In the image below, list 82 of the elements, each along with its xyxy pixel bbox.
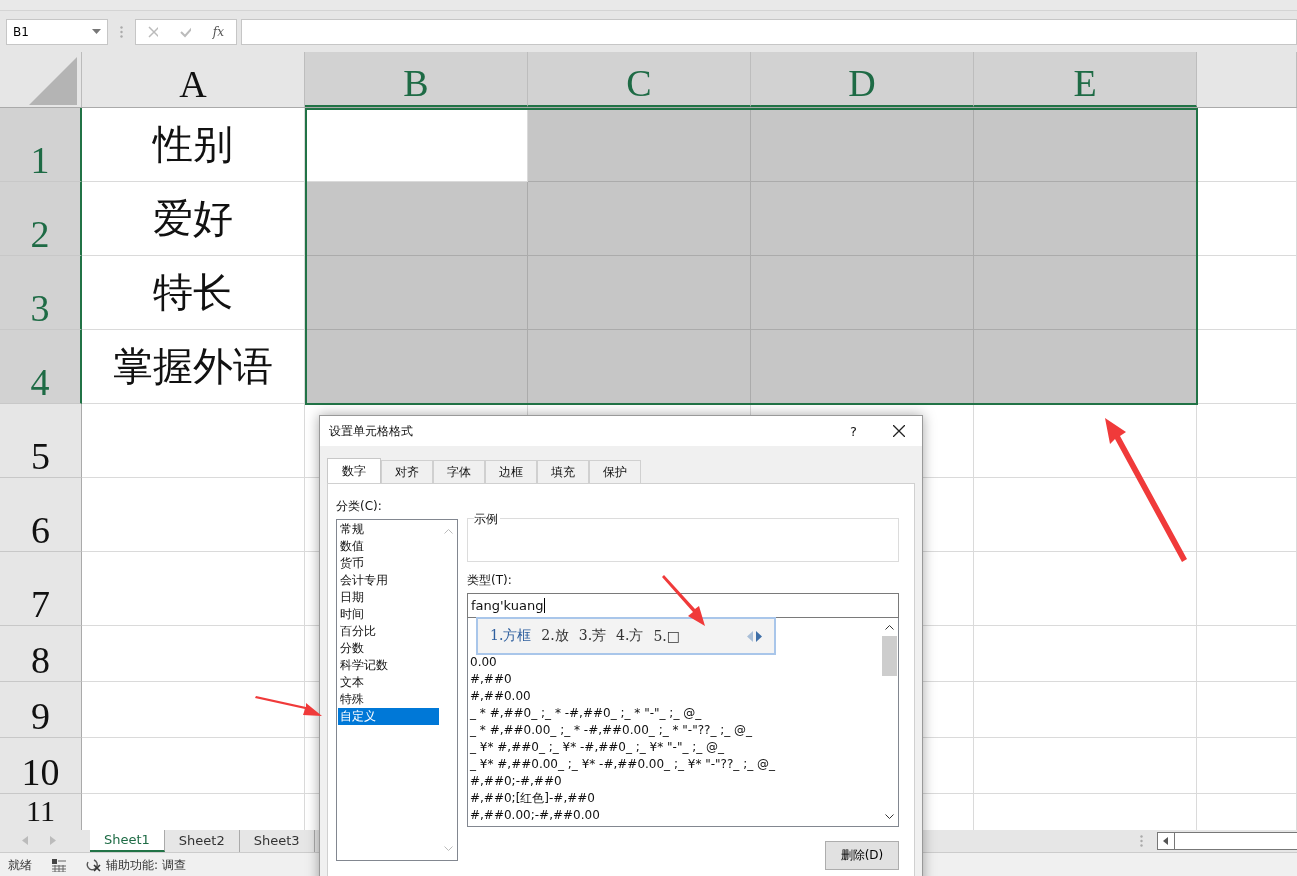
category-item[interactable]: 数值 [338, 538, 439, 555]
category-item[interactable]: 文本 [338, 674, 439, 691]
category-label: 分类(C): [336, 498, 383, 515]
dialog-tab[interactable]: 对齐 [381, 460, 433, 483]
format-item[interactable]: _ ¥* #,##0.00_ ;_ ¥* -#,##0.00_ ;_ ¥* "-"??_ ;_ @_ [470, 756, 881, 773]
delete-button[interactable]: 删除(D) [825, 841, 899, 870]
table-cell: 爱好 [82, 182, 305, 256]
dropdown-icon [92, 29, 101, 34]
sample-label: 示例 [474, 511, 500, 528]
row-header[interactable]: 1 [0, 108, 82, 182]
scroll-up-icon[interactable] [885, 624, 894, 630]
category-item[interactable]: 科学记数 [338, 657, 439, 674]
help-button[interactable]: ? [850, 423, 857, 439]
accessibility-icon[interactable] [86, 858, 102, 872]
column-header[interactable]: E [974, 52, 1197, 107]
format-item[interactable]: #,##0;-#,##0 [470, 773, 881, 790]
sheet-tab[interactable]: Sheet1 [90, 829, 165, 852]
scroll-down-icon[interactable] [885, 814, 894, 820]
close-icon[interactable] [893, 425, 905, 437]
category-item[interactable]: 自定义 [338, 708, 439, 725]
ime-candidate[interactable]: 5.□ [653, 628, 681, 644]
format-item[interactable]: #,##0;[红色]-#,##0 [470, 790, 881, 807]
column-header[interactable]: B [305, 52, 528, 107]
table-cell: 掌握外语 [82, 330, 305, 404]
category-item[interactable]: 特殊 [338, 691, 439, 708]
category-item[interactable]: 分数 [338, 640, 439, 657]
dialog-tab[interactable]: 边框 [485, 460, 537, 483]
formula-input[interactable] [241, 18, 1297, 45]
macro-icon[interactable] [52, 858, 66, 872]
table-cell: 性别 [82, 108, 305, 182]
format-item[interactable]: _ ¥* #,##0_ ;_ ¥* -#,##0_ ;_ ¥* "-"_ ;_ @_ [470, 739, 881, 756]
category-item[interactable]: 货币 [338, 555, 439, 572]
category-item[interactable]: 会计专用 [338, 572, 439, 589]
row-header[interactable]: 2 [0, 182, 82, 256]
scroll-right-icon[interactable] [50, 836, 56, 845]
corner-triangle-icon [29, 57, 77, 105]
cancel-icon[interactable] [148, 25, 158, 38]
scroll-thumb[interactable] [882, 636, 897, 676]
row-header[interactable]: 6 [0, 478, 82, 552]
format-item[interactable]: #,##0.00;-#,##0.00 [470, 807, 881, 824]
name-box[interactable]: B1 [6, 18, 108, 45]
row-header[interactable]: 11 [0, 794, 82, 830]
row-header[interactable]: 9 [0, 682, 82, 738]
row-header[interactable]: 8 [0, 626, 82, 682]
ime-candidate[interactable]: 2.放 [541, 627, 569, 645]
format-item[interactable]: 0.00 [470, 654, 881, 671]
check-icon[interactable] [179, 25, 191, 38]
dialog-title: 设置单元格格式 [329, 422, 414, 440]
insert-function-button[interactable]: fx [212, 24, 224, 39]
table-cell: 特长 [82, 256, 305, 330]
ime-candidate[interactable]: 4.方 [616, 627, 644, 645]
dialog-tab[interactable]: 数字 [327, 458, 381, 483]
dialog-tab[interactable]: 保护 [589, 460, 641, 483]
next-page-icon[interactable] [756, 630, 762, 642]
category-list[interactable]: 常规 数值 货币 会计专用 日期 时间 百分比 分数 科学记数 文本 特殊 自定义 [336, 519, 458, 861]
row-header[interactable]: 4 [0, 330, 82, 404]
format-item[interactable]: #,##0 [470, 671, 881, 688]
column-header[interactable]: C [528, 52, 751, 107]
category-item[interactable]: 常规 [338, 521, 439, 538]
dialog-tab[interactable]: 填充 [537, 460, 589, 483]
category-item[interactable]: 日期 [338, 589, 439, 606]
row-header[interactable]: 10 [0, 738, 82, 794]
grip-icon [1140, 834, 1143, 847]
category-item[interactable]: 百分比 [338, 623, 439, 640]
row-header[interactable]: 5 [0, 404, 82, 478]
category-item[interactable]: 时间 [338, 606, 439, 623]
annotation-arrow [662, 575, 705, 626]
format-item[interactable]: #,##0.00 [470, 688, 881, 705]
column-header[interactable]: D [751, 52, 974, 107]
accessibility-status[interactable]: 辅助功能: 调查 [106, 856, 186, 874]
annotation-arrow [255, 696, 322, 716]
grip-icon [120, 25, 123, 38]
format-item[interactable]: _ * #,##0.00_ ;_ * -#,##0.00_ ;_ * "-"??_ ;_ @_ [470, 722, 881, 739]
ime-candidate[interactable]: 3.芳 [578, 627, 607, 645]
status-text: 就绪 [8, 856, 32, 874]
dialog-tab[interactable]: 字体 [433, 460, 485, 483]
format-item[interactable]: _ * #,##0_ ;_ * -#,##0_ ;_ * "-"_ ;_ @_ [470, 705, 881, 722]
row-header[interactable]: 7 [0, 552, 82, 626]
horizontal-scrollbar[interactable] [1157, 831, 1297, 850]
ime-candidate[interactable]: 1.方框 [490, 627, 532, 645]
row-header[interactable]: 3 [0, 256, 82, 330]
type-label: 类型(T): [467, 572, 513, 589]
